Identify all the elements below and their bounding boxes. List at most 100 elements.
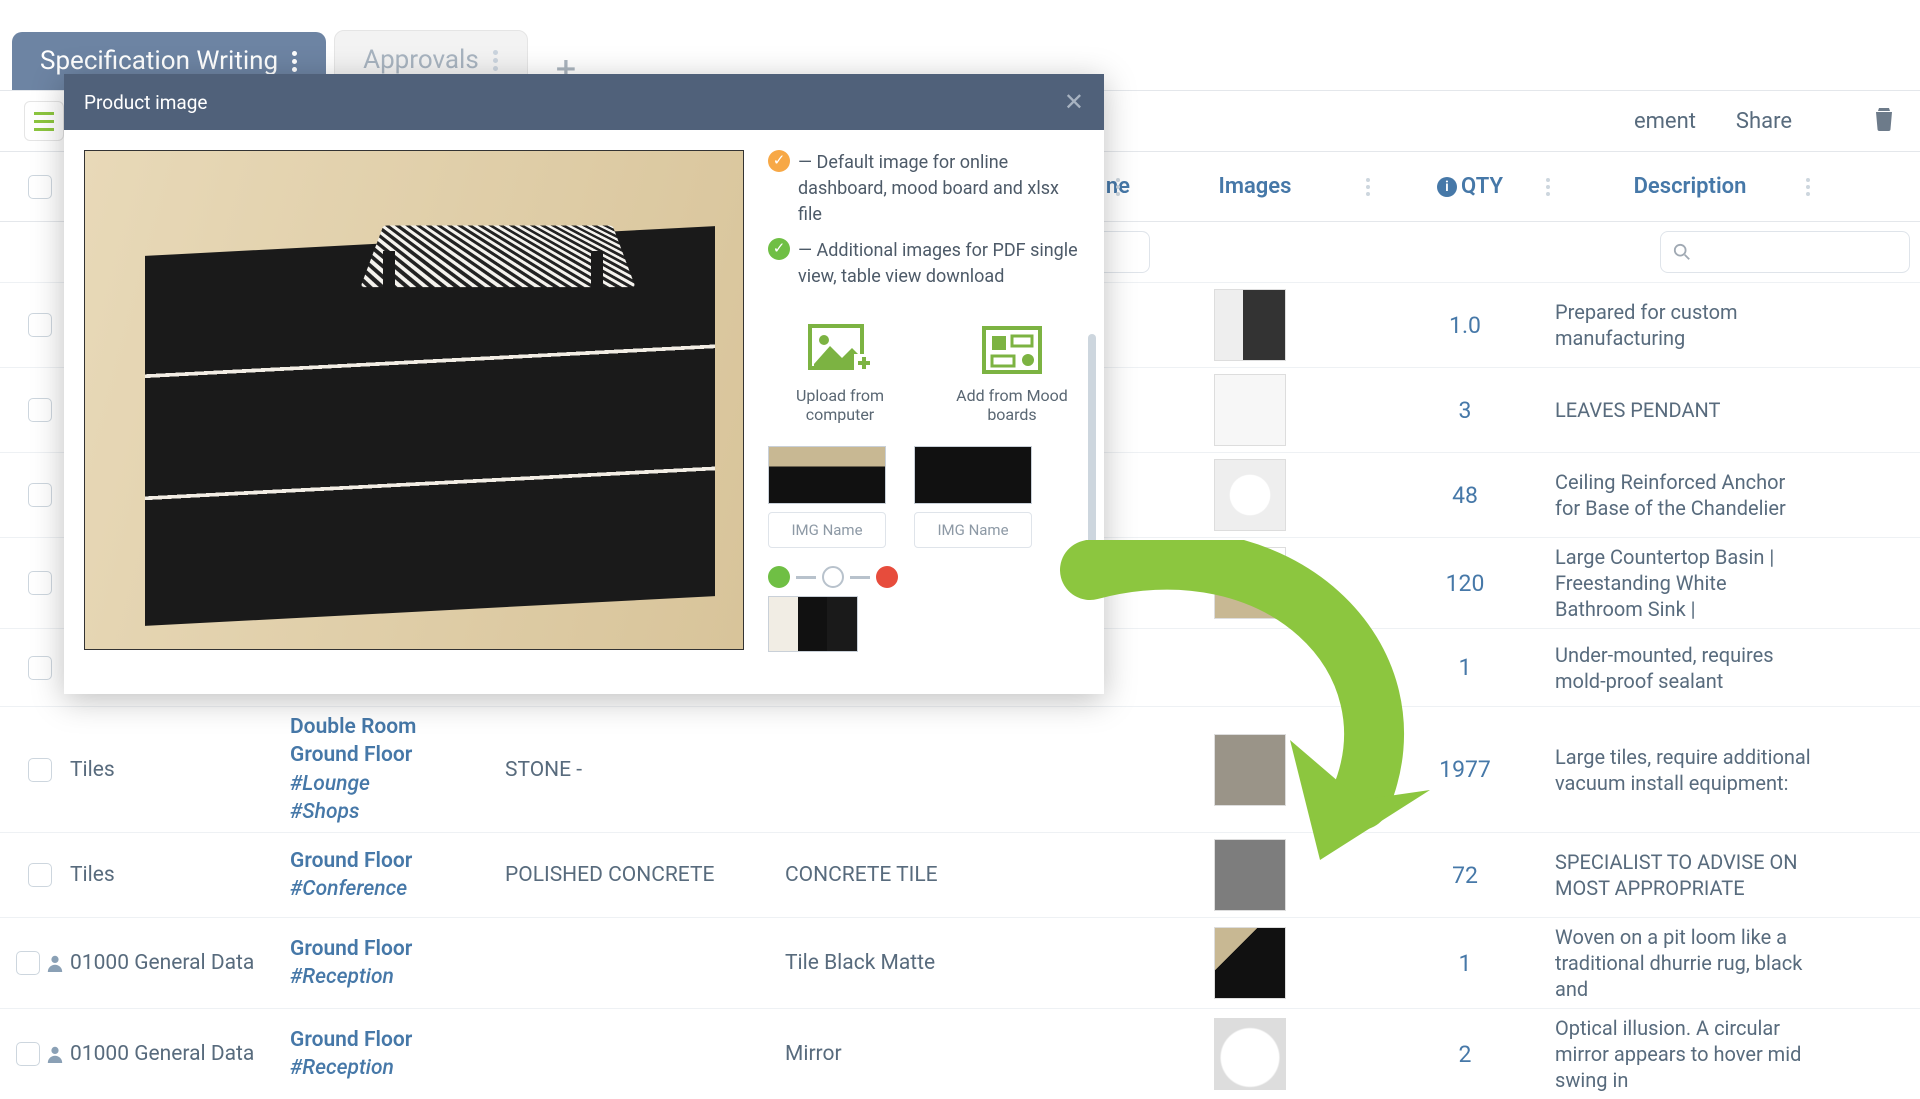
row-qty[interactable]: 3 [1375, 397, 1555, 424]
row-description: Large Countertop Basin | Freestanding Wh… [1555, 544, 1815, 622]
row-checkbox[interactable] [28, 398, 52, 422]
person-icon [46, 1045, 64, 1063]
row-qty[interactable]: 2 [1375, 1041, 1555, 1068]
person-icon [46, 954, 64, 972]
table-row[interactable]: 01000 General DataGround Floor#Reception… [0, 917, 1920, 1008]
row-checkbox[interactable] [16, 951, 40, 975]
column-qty[interactable]: i QTY [1380, 174, 1560, 199]
toggle-green-icon [768, 566, 790, 588]
mini-thumbnail[interactable] [768, 596, 858, 652]
column-menu-icon[interactable] [1546, 178, 1550, 196]
row-thumbnail[interactable] [1214, 927, 1286, 999]
row-qty[interactable]: 48 [1375, 482, 1555, 509]
column-description[interactable]: Description [1560, 174, 1820, 199]
row-thumbnail[interactable] [1214, 459, 1286, 531]
row-thumbnail[interactable] [1214, 839, 1286, 911]
row-product-1: POLISHED CONCRETE [505, 863, 785, 887]
row-checkbox[interactable] [16, 1042, 40, 1066]
scrollbar[interactable] [1088, 334, 1096, 554]
row-description: Prepared for custom manufacturing [1555, 299, 1815, 351]
close-icon[interactable]: ✕ [1064, 88, 1084, 116]
row-category: 01000 General Data [70, 951, 290, 975]
row-description: Under-mounted, requires mold-proof seala… [1555, 642, 1815, 694]
upload-from-computer-button[interactable]: Upload from computer [775, 324, 905, 424]
column-menu-icon[interactable] [1366, 178, 1370, 196]
column-label: Images [1219, 174, 1292, 199]
toolbar-link[interactable]: ement [1634, 109, 1696, 134]
row-room[interactable]: Double RoomGround Floor#Lounge#Shops [290, 713, 505, 826]
row-image-cell [1125, 374, 1375, 446]
image-status-toggle[interactable] [768, 566, 1084, 588]
row-checkbox[interactable] [28, 758, 52, 782]
row-checkbox[interactable] [28, 571, 52, 595]
tab-menu-icon[interactable] [493, 50, 499, 71]
modal-title: Product image [84, 91, 208, 114]
default-badge-icon: ✓ [768, 150, 790, 172]
row-checkbox[interactable] [28, 656, 52, 680]
row-product-2: Tile Black Matte [785, 951, 1125, 975]
search-description-input[interactable] [1660, 231, 1910, 273]
table-row[interactable]: 01000 General DataGround Floor#Reception… [0, 1008, 1920, 1099]
thumbnail-image [914, 446, 1032, 504]
row-qty[interactable]: 1 [1375, 950, 1555, 977]
row-room[interactable]: Ground Floor#Conference [290, 847, 505, 904]
select-all-checkbox[interactable] [28, 175, 52, 199]
row-thumbnail[interactable] [1214, 734, 1286, 806]
row-image-cell [1125, 839, 1375, 911]
row-qty[interactable]: 72 [1375, 862, 1555, 889]
row-description: Ceiling Reinforced Anchor for Base of th… [1555, 469, 1815, 521]
column-images[interactable]: Images [1130, 174, 1380, 199]
upload-label: Add from Mood boards [947, 386, 1077, 424]
row-qty[interactable]: 120 [1375, 570, 1555, 597]
row-description: LEAVES PENDANT [1555, 397, 1815, 423]
row-qty[interactable]: 1 [1375, 654, 1555, 681]
hamburger-menu-icon[interactable] [24, 101, 64, 141]
legend-default-text: — Default image for online dashboard, mo… [798, 150, 1084, 228]
search-icon [1673, 243, 1691, 261]
row-category: 01000 General Data [70, 1042, 290, 1066]
row-image-cell [1125, 459, 1375, 531]
row-qty[interactable]: 1977 [1375, 756, 1555, 783]
row-product-2: Mirror [785, 1042, 1125, 1066]
row-checkbox[interactable] [28, 863, 52, 887]
info-icon: i [1437, 177, 1457, 197]
toolbar-link-share[interactable]: Share [1736, 109, 1792, 134]
tab-label: Approvals [363, 45, 479, 75]
upload-label: Upload from computer [775, 386, 905, 424]
row-image-cell [1125, 547, 1375, 619]
row-description: Large tiles, require additional vacuum i… [1555, 744, 1815, 796]
row-thumbnail[interactable] [1214, 374, 1286, 446]
row-image-cell [1125, 289, 1375, 361]
main-product-image[interactable] [84, 150, 744, 650]
trash-icon[interactable] [1872, 105, 1896, 137]
thumbnail-image [768, 446, 886, 504]
table-row[interactable]: TilesDouble RoomGround Floor#Lounge#Shop… [0, 706, 1920, 832]
row-description: Woven on a pit loom like a traditional d… [1555, 924, 1815, 1002]
row-description: Optical illusion. A circular mirror appe… [1555, 1015, 1815, 1093]
thumbnail-name-input[interactable]: IMG Name [914, 512, 1032, 548]
row-image-cell [1125, 734, 1375, 806]
moodboard-icon [980, 324, 1044, 376]
row-checkbox[interactable] [28, 313, 52, 337]
row-qty[interactable]: 1.0 [1375, 312, 1555, 339]
column-label: QTY [1461, 174, 1503, 199]
table-row[interactable]: TilesGround Floor#ConferencePOLISHED CON… [0, 832, 1920, 917]
thumbnail-item[interactable]: IMG Name [768, 446, 886, 548]
product-image-modal: Product image ✕ ✓ — Default image for on… [64, 74, 1104, 694]
thumbnail-name-input[interactable]: IMG Name [768, 512, 886, 548]
upload-image-icon [808, 324, 872, 376]
row-checkbox[interactable] [28, 483, 52, 507]
row-thumbnail[interactable] [1214, 289, 1286, 361]
column-menu-icon[interactable] [1116, 178, 1120, 196]
thumbnail-item[interactable]: IMG Name [914, 446, 1032, 548]
toggle-mid-icon [822, 566, 844, 588]
legend-additional-text: — Additional images for PDF single view,… [798, 238, 1084, 290]
column-menu-icon[interactable] [1806, 178, 1810, 196]
add-from-moodboards-button[interactable]: Add from Mood boards [947, 324, 1077, 424]
tab-label: Specification Writing [40, 46, 278, 76]
row-room[interactable]: Ground Floor#Reception [290, 935, 505, 992]
row-thumbnail[interactable] [1214, 547, 1286, 619]
row-product-2: CONCRETE TILE [785, 863, 1125, 887]
row-room[interactable]: Ground Floor#Reception [290, 1026, 505, 1083]
tab-menu-icon[interactable] [292, 51, 298, 72]
